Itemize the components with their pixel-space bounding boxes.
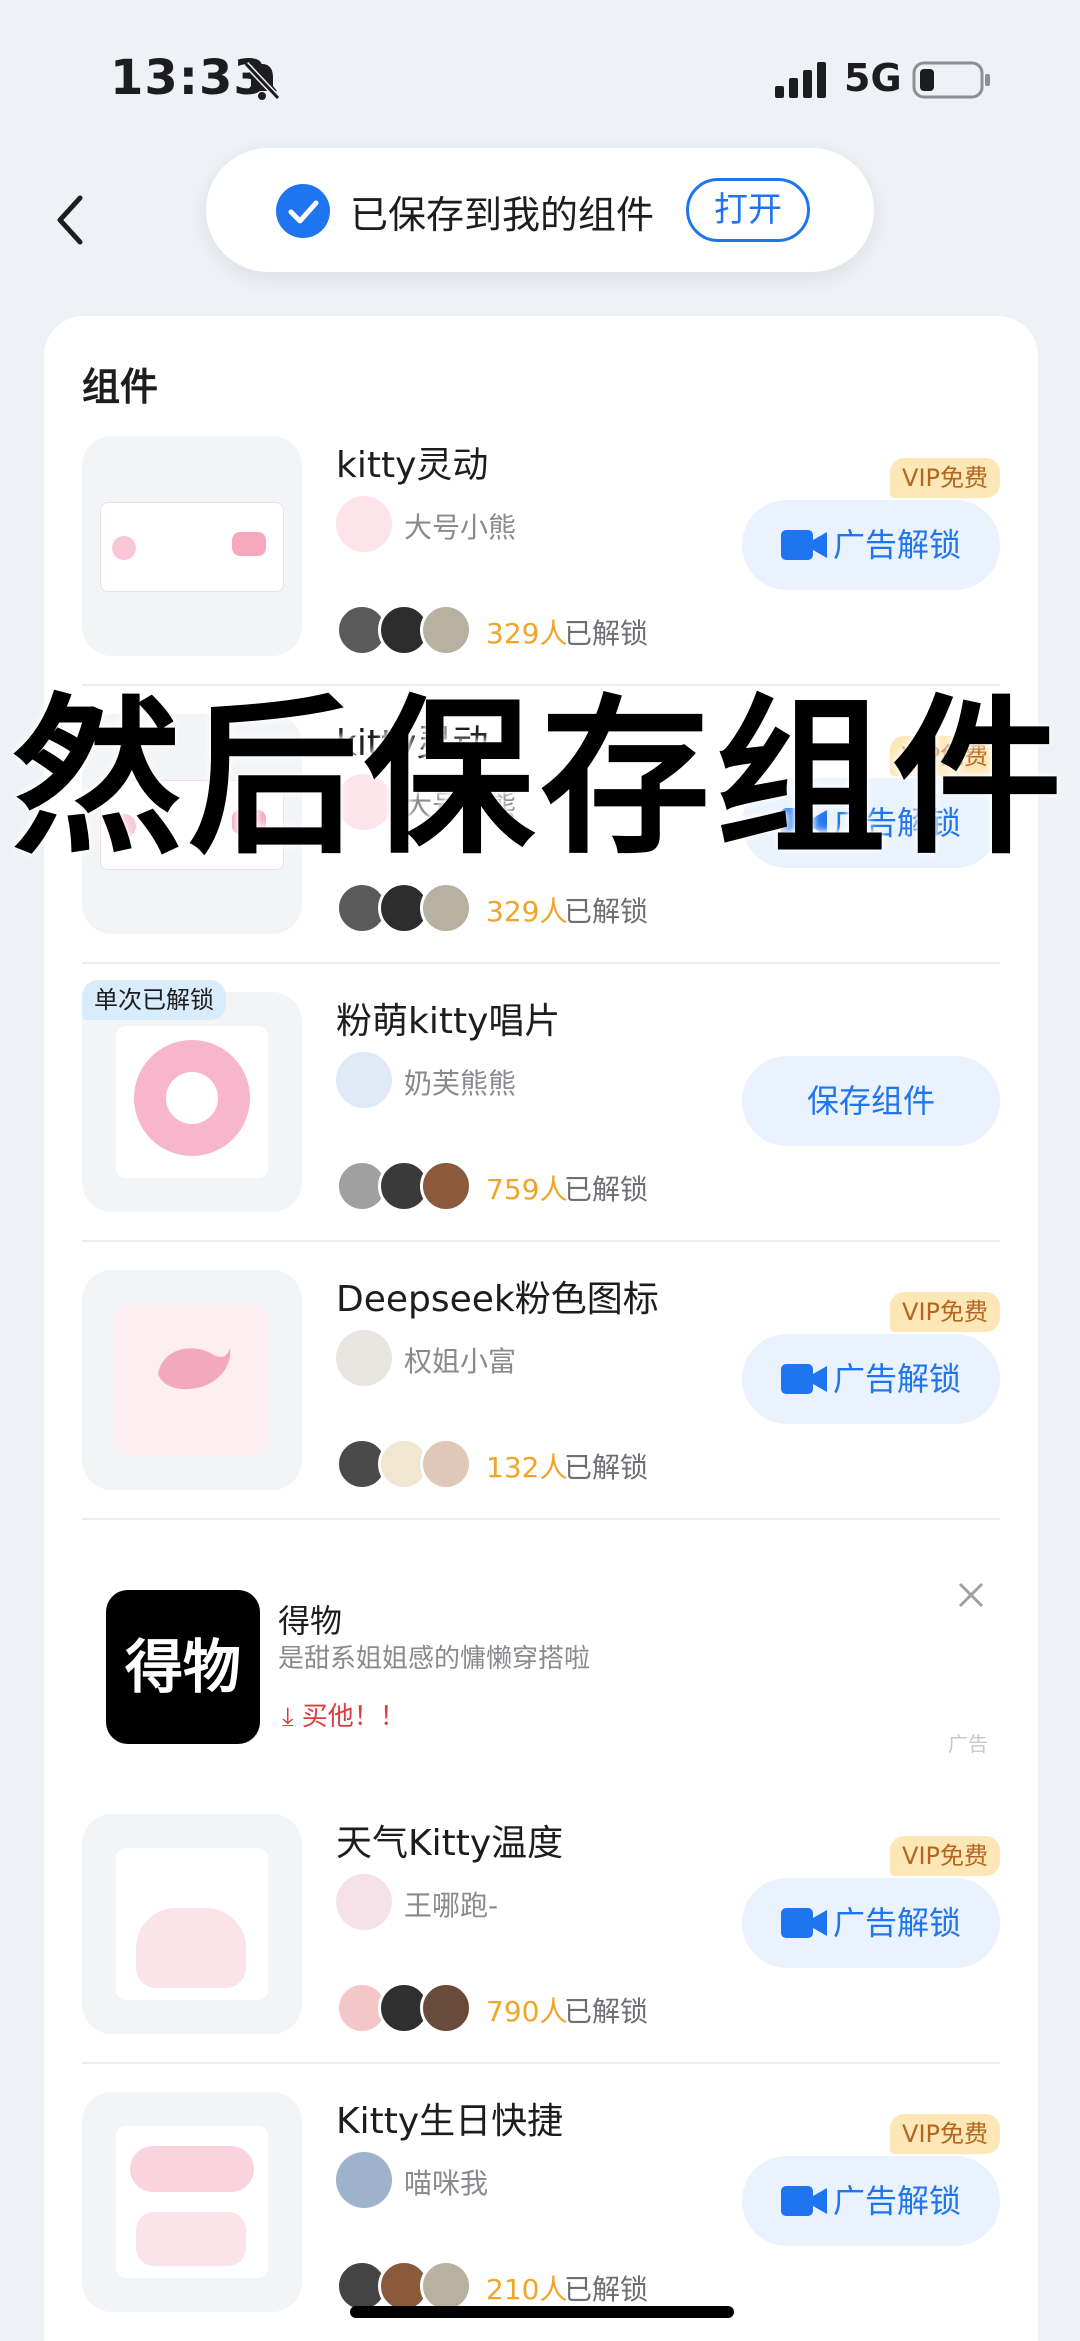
vip-badge: VIP免费 — [890, 1292, 1000, 1332]
battery-icon — [912, 61, 990, 99]
widget-thumbnail — [82, 1814, 302, 2034]
network-label: 5G — [844, 56, 902, 100]
unlock-count: 790人 — [486, 1995, 568, 2028]
video-camera-icon — [780, 2186, 827, 2216]
unlock-suffix: 已解锁 — [564, 1995, 649, 2028]
unlock-count: 210人 — [486, 2273, 568, 2306]
ad-label: 广告 — [948, 1732, 988, 1756]
avatar — [420, 882, 472, 934]
unlocker-avatars — [336, 1438, 476, 1490]
action-label: 广告解锁 — [832, 526, 961, 564]
ad-banner[interactable]: 得物 得物 是甜系姐姐感的慵懒穿搭啦 ⤓ 买他！！ 广告 — [82, 1534, 1000, 1764]
close-icon[interactable] — [954, 1578, 988, 1612]
author-name: 奶芙熊熊 — [404, 1067, 517, 1100]
author-avatar — [336, 496, 392, 552]
divider — [82, 1518, 1000, 1520]
action-label: 广告解锁 — [832, 1360, 961, 1398]
unlock-suffix: 已解锁 — [564, 895, 649, 928]
ad-unlock-button[interactable]: 广告解锁 — [742, 1878, 1000, 1968]
unlock-suffix: 已解锁 — [564, 1451, 649, 1484]
unlocker-avatars — [336, 882, 476, 934]
avatar — [420, 2260, 472, 2312]
action-label: 广告解锁 — [832, 1904, 961, 1942]
section-title: 组件 — [82, 365, 159, 409]
author-avatar — [336, 1874, 392, 1930]
ad-logo: 得物 — [106, 1590, 260, 1744]
divider — [82, 1240, 1000, 1242]
list-item[interactable]: 单次已解锁 粉萌kitty唱片 奶芙熊熊 759人 已解锁 保存组件 — [82, 980, 1000, 1270]
ad-unlock-button[interactable]: 广告解锁 — [742, 1334, 1000, 1424]
ad-cta-label: 买他！！ — [301, 1702, 406, 1732]
widget-list-card: 组件 kitty灵动 大号小熊 329人 已解锁 广告解锁 VIP免费 kitt… — [44, 316, 1038, 2341]
avatar — [420, 1438, 472, 1490]
unlock-suffix: 已解锁 — [564, 2273, 649, 2306]
video-camera-icon — [780, 1908, 827, 1938]
list-item[interactable]: Kitty生日快捷 喵咪我 210人 已解锁 广告解锁 VIP免费 — [82, 2092, 1000, 2341]
widget-thumbnail — [82, 1270, 302, 1490]
author-avatar — [336, 2152, 392, 2208]
list-item[interactable]: Deepseek粉色图标 权姐小富 132人 已解锁 广告解锁 VIP免费 — [82, 1270, 1000, 1548]
saved-toast: 已保存到我的组件 打开 — [206, 148, 874, 272]
back-arrow-icon[interactable] — [50, 190, 90, 250]
vip-badge: VIP免费 — [890, 2114, 1000, 2154]
ad-unlock-button[interactable]: 广告解锁 — [742, 2156, 1000, 2246]
check-circle-icon — [276, 184, 330, 238]
widget-thumbnail — [82, 436, 302, 656]
item-title: Deepseek粉色图标 — [336, 1279, 659, 1320]
author-avatar — [336, 1330, 392, 1386]
unlock-count: 132人 — [486, 1451, 568, 1484]
ad-unlock-button[interactable]: 广告解锁 — [742, 500, 1000, 590]
divider — [82, 962, 1000, 964]
open-button[interactable]: 打开 — [686, 178, 810, 242]
signal-icon — [775, 62, 826, 98]
author-name: 喵咪我 — [404, 2167, 489, 2200]
single-unlocked-badge: 单次已解锁 — [82, 980, 226, 1020]
item-title: 粉萌kitty唱片 — [336, 1001, 561, 1042]
ad-cta[interactable]: ⤓ 买他！！ — [282, 1696, 406, 1733]
author-avatar — [336, 1052, 392, 1108]
unlocker-avatars — [336, 1982, 476, 2034]
action-label: 广告解锁 — [832, 2182, 961, 2220]
toast-message: 已保存到我的组件 — [350, 193, 655, 237]
unlocker-avatars — [336, 1160, 476, 1212]
widget-thumbnail — [82, 992, 302, 1212]
download-arrow-icon: ⤓ — [282, 1702, 302, 1732]
bell-muted-icon — [243, 61, 281, 101]
unlocker-avatars — [336, 2260, 476, 2312]
avatar — [420, 1160, 472, 1212]
unlock-count: 329人 — [486, 895, 568, 928]
item-title: 天气Kitty温度 — [336, 1823, 564, 1864]
author-name: 权姐小富 — [404, 1345, 517, 1378]
whale-icon — [158, 1348, 231, 1390]
video-camera-icon — [780, 1364, 827, 1394]
home-indicator[interactable] — [350, 2306, 734, 2318]
ad-description: 是甜系姐姐感的慵懒穿搭啦 — [278, 1644, 591, 1674]
unlock-suffix: 已解锁 — [564, 1173, 649, 1206]
video-camera-icon — [780, 530, 827, 560]
ad-title: 得物 — [278, 1602, 343, 1640]
status-bar: 13:33 5G — [0, 0, 1080, 150]
unlock-count: 759人 — [486, 1173, 568, 1206]
author-name: 大号小熊 — [404, 511, 517, 544]
widget-thumbnail — [82, 2092, 302, 2312]
vip-badge: VIP免费 — [890, 458, 1000, 498]
list-item[interactable]: 天气Kitty温度 王哪跑- 790人 已解锁 广告解锁 VIP免费 — [82, 1814, 1000, 2092]
vip-badge: VIP免费 — [890, 1836, 1000, 1876]
avatar — [420, 1982, 472, 2034]
overlay-caption: 然后保存组件 — [11, 680, 1068, 878]
divider — [82, 2062, 1000, 2064]
save-widget-button[interactable]: 保存组件 — [742, 1056, 1000, 1146]
author-name: 王哪跑- — [404, 1889, 499, 1922]
item-title: Kitty生日快捷 — [336, 2101, 564, 2142]
item-title: kitty灵动 — [336, 445, 489, 486]
